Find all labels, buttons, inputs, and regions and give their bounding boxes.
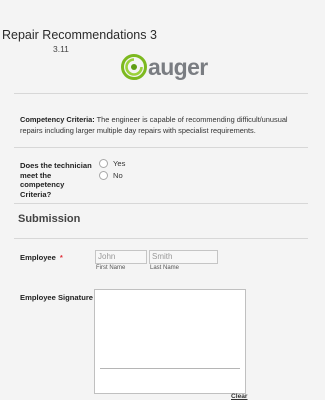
radio-label-no: No (113, 171, 123, 180)
signature-label: Employee Signature* (20, 293, 100, 302)
radio-label-yes: Yes (113, 159, 126, 168)
radio-option-no[interactable]: No (99, 171, 123, 180)
last-name-input[interactable]: Smith (149, 250, 218, 264)
logo-wordmark: auger (148, 54, 208, 80)
page-title: Repair Recommendations 3 (2, 28, 157, 42)
signature-label-text: Employee Signature (20, 293, 94, 302)
required-mark: * (59, 253, 63, 262)
signature-baseline (100, 368, 240, 369)
criteria-label: Competency Criteria: (20, 115, 95, 124)
competency-question: Does the technician meet the competency … (20, 161, 92, 199)
employee-label: Employee * (20, 253, 63, 262)
auger-swirl-icon (121, 54, 147, 80)
divider (14, 238, 308, 239)
radio-option-yes[interactable]: Yes (99, 159, 125, 168)
employee-label-text: Employee (20, 253, 56, 262)
divider (14, 93, 308, 94)
competency-criteria: Competency Criteria: The engineer is cap… (20, 114, 306, 136)
version-label: 3.11 (53, 44, 69, 54)
radio-button[interactable] (99, 171, 108, 180)
signature-pad[interactable] (94, 289, 246, 394)
last-name-sublabel: Last Name (150, 265, 180, 271)
section-title-submission: Submission (18, 213, 81, 225)
first-name-sublabel: First Name (96, 265, 126, 271)
divider (14, 147, 308, 148)
auger-logo: auger (121, 54, 215, 82)
divider (14, 203, 308, 204)
first-name-input[interactable]: John (95, 250, 147, 264)
radio-button[interactable] (99, 159, 108, 168)
clear-signature-link[interactable]: Clear (231, 393, 248, 400)
